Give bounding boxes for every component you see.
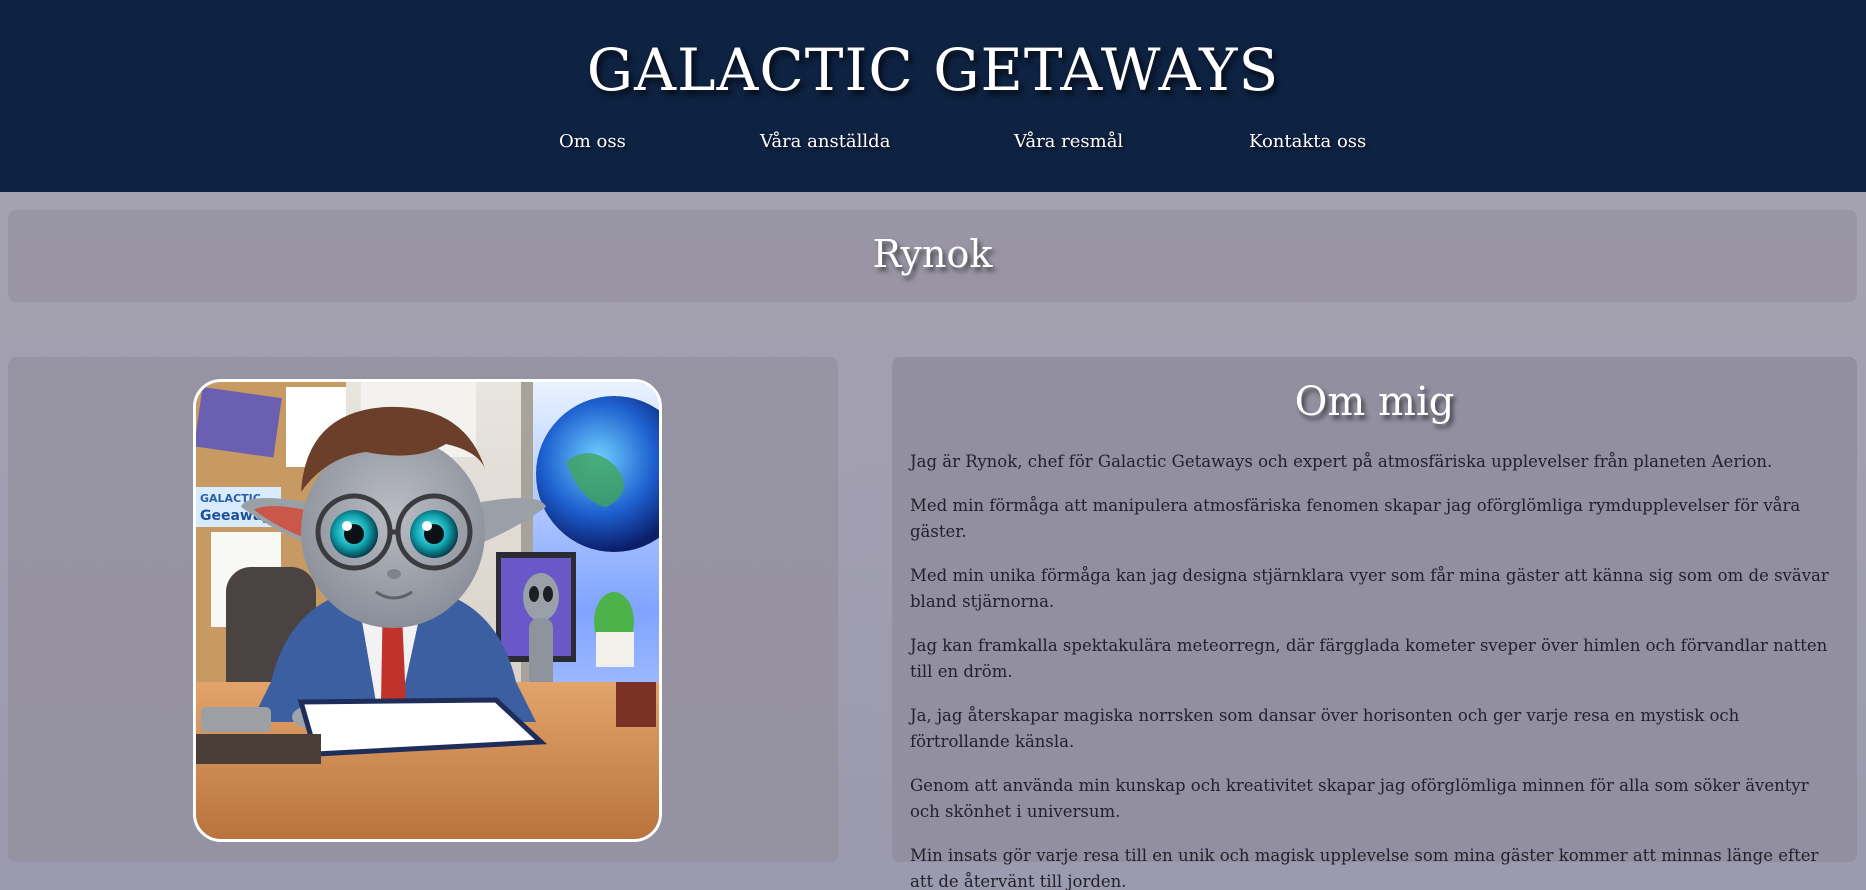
nav-link-kontakta-oss[interactable]: Kontakta oss xyxy=(1249,131,1366,152)
nav-link-om-oss[interactable]: Om oss xyxy=(559,131,626,152)
about-paragraph: Jag kan framkalla spektakulära meteorreg… xyxy=(910,636,1828,681)
name-banner: Rynok xyxy=(8,210,1857,302)
site-header: GALACTIC GETAWAYS Om oss Våra anställda … xyxy=(0,0,1866,192)
about-paragraph: Jag är Rynok, chef för Galactic Getaways… xyxy=(910,452,1773,471)
about-paragraph: Med min unika förmåga kan jag designa st… xyxy=(910,566,1829,611)
nav-link-vara-anstallda[interactable]: Våra anställda xyxy=(760,131,890,152)
about-paragraph: Ja, jag återskapar magiska norrsken som … xyxy=(910,706,1740,751)
main-nav: Om oss Våra anställda Våra resmål Kontak… xyxy=(0,131,1866,159)
about-body: Jag är Rynok, chef för Galactic Getaways… xyxy=(910,449,1830,890)
about-paragraph: Genom att använda min kunskap och kreati… xyxy=(910,776,1809,821)
about-panel: Om mig Jag är Rynok, chef för Galactic G… xyxy=(892,357,1857,890)
portrait-panel: GALACTIC Geeaways xyxy=(8,357,838,862)
portrait-image: GALACTIC Geeaways xyxy=(193,379,662,842)
about-title: Om mig xyxy=(1294,379,1455,425)
profile-name: Rynok xyxy=(872,232,993,276)
about-paragraph: Min insats gör varje resa till en unik o… xyxy=(910,846,1819,890)
about-paragraph: Med min förmåga att manipulera atmosfäri… xyxy=(910,496,1801,541)
nav-link-vara-resmal[interactable]: Våra resmål xyxy=(1014,131,1123,152)
site-title: GALACTIC GETAWAYS xyxy=(586,36,1280,104)
